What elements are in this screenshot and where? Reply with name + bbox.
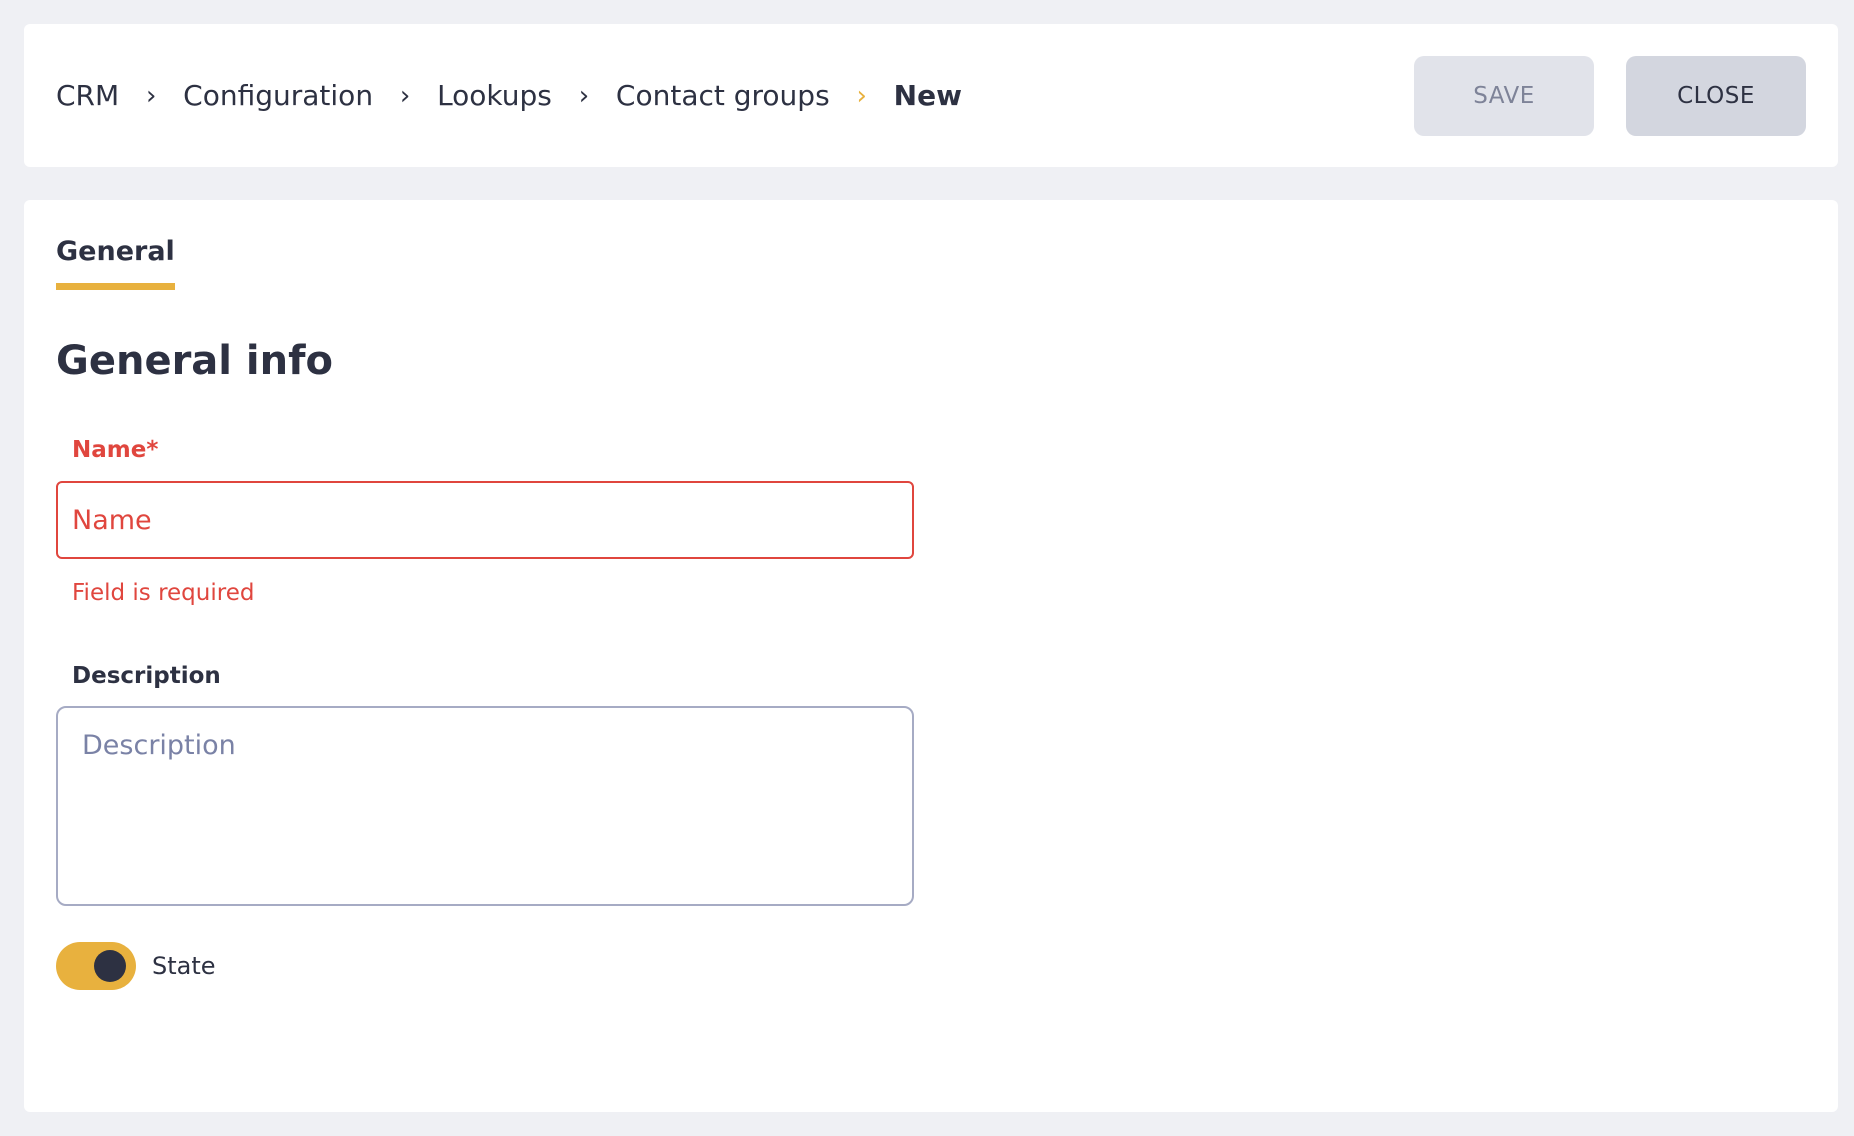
breadcrumb: CRM › Configuration › Lookups › Contact … [56, 24, 962, 167]
name-input[interactable] [56, 481, 914, 559]
breadcrumb-item-lookups[interactable]: Lookups [437, 79, 552, 112]
breadcrumb-item-crm[interactable]: CRM [56, 79, 119, 112]
name-label: Name* [72, 437, 159, 463]
state-toggle[interactable] [56, 942, 136, 990]
chevron-right-icon: › [399, 80, 411, 111]
breadcrumb-item-current: New [893, 79, 962, 112]
form-panel: General General info Name* Field is requ… [24, 200, 1838, 1112]
name-error-message: Field is required [72, 580, 255, 606]
chevron-right-icon: › [856, 80, 867, 111]
breadcrumb-item-configuration[interactable]: Configuration [183, 79, 373, 112]
save-button[interactable]: SAVE [1414, 56, 1594, 136]
breadcrumb-item-contact-groups[interactable]: Contact groups [616, 79, 830, 112]
section-title: General info [56, 338, 333, 384]
chevron-right-icon: › [578, 80, 590, 111]
chevron-right-icon: › [145, 80, 157, 111]
tab-general[interactable]: General [56, 236, 175, 290]
toggle-knob [94, 950, 126, 982]
header-bar: CRM › Configuration › Lookups › Contact … [24, 24, 1838, 167]
description-textarea[interactable] [56, 706, 914, 906]
close-button[interactable]: CLOSE [1626, 56, 1806, 136]
description-label: Description [72, 663, 221, 689]
state-label: State [152, 952, 216, 980]
